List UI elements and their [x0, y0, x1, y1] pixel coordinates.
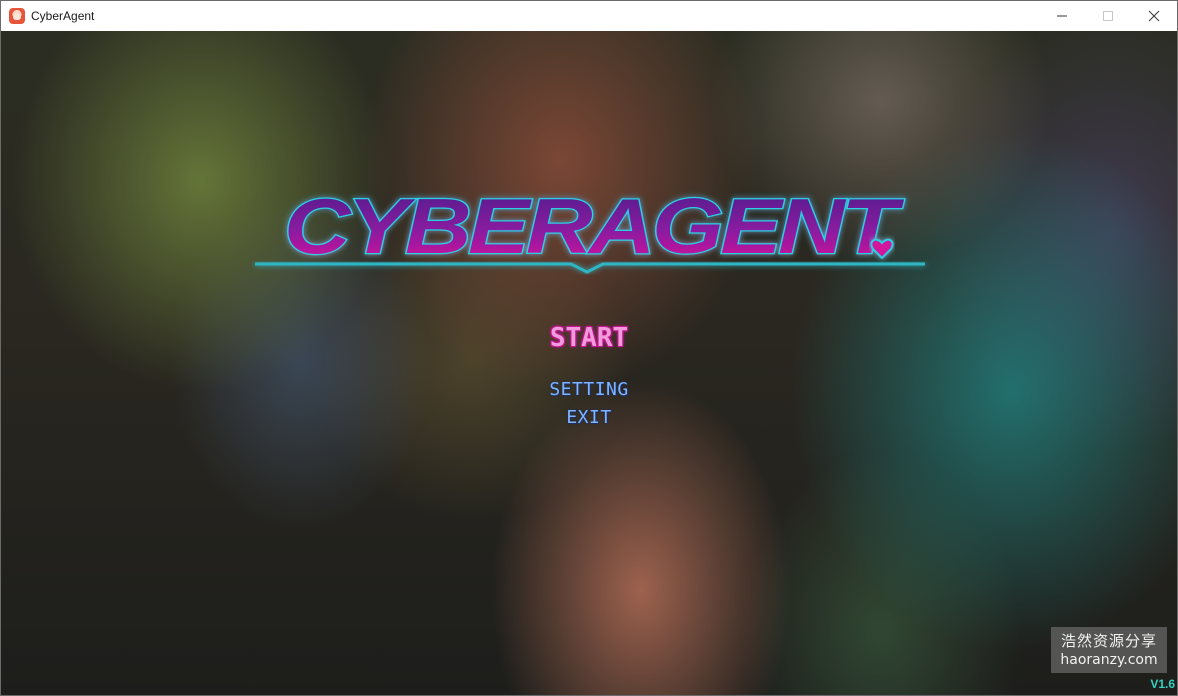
version-label: V1.6 [1150, 677, 1175, 691]
close-button[interactable] [1131, 1, 1177, 31]
start-button[interactable]: START [1, 323, 1177, 353]
watermark: 浩然资源分享 haoranzy.com [1051, 627, 1167, 673]
watermark-line2: haoranzy.com [1060, 652, 1158, 668]
window-title: CyberAgent [31, 9, 95, 23]
minimize-icon [1057, 15, 1067, 17]
maximize-button[interactable] [1085, 1, 1131, 31]
title-bar[interactable]: CyberAgent [1, 1, 1177, 31]
maximize-icon [1103, 11, 1113, 21]
exit-button[interactable]: EXIT [1, 407, 1177, 428]
setting-button[interactable]: SETTING [1, 379, 1177, 400]
close-icon [1148, 10, 1160, 22]
window-controls [1039, 1, 1177, 31]
game-logo: CYBERAGENT [255, 181, 925, 274]
minimize-button[interactable] [1039, 1, 1085, 31]
watermark-line1: 浩然资源分享 [1060, 632, 1157, 650]
logo-text: CYBERAGENT [284, 182, 905, 270]
title-screen: CYBERAGENT START SETTING EXIT 浩然资源分享 hao… [1, 31, 1177, 695]
app-character-icon [9, 8, 25, 24]
game-window: CyberAgent CYBERAGENT START SETTING EXIT… [0, 0, 1178, 696]
